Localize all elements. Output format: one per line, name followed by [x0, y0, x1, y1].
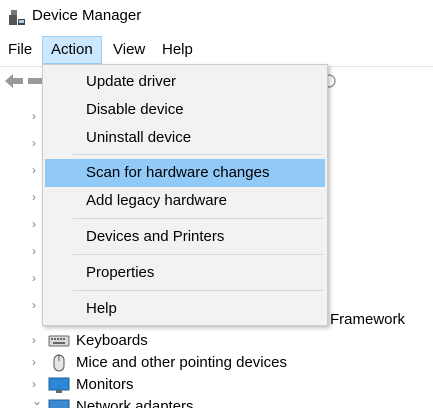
action-menu: Update driver Disable device Uninstall d… — [42, 64, 328, 326]
network-adapter-icon — [48, 399, 70, 408]
chevron-right-icon[interactable]: › — [32, 355, 42, 369]
tree-item-label: Monitors — [76, 376, 134, 393]
menu-item-label: Disable device — [86, 101, 184, 118]
tree-item-keyboards[interactable]: › Keyboards — [0, 330, 433, 352]
tree-item-network-adapters[interactable]: ⌄ Network adapters — [0, 394, 433, 408]
menu-separator — [73, 218, 323, 219]
menu-item-label: Scan for hardware changes — [86, 164, 270, 181]
device-manager-icon — [9, 10, 25, 25]
tree-item-mice[interactable]: › Mice and other pointing devices — [0, 352, 433, 374]
menu-separator — [73, 154, 323, 155]
menu-item-uninstall-device[interactable]: Uninstall device — [45, 124, 325, 152]
menu-item-label: Help — [86, 300, 117, 317]
monitor-icon — [48, 377, 70, 393]
chevron-right-icon[interactable]: › — [32, 109, 36, 123]
menu-action[interactable]: Action — [42, 36, 102, 64]
partial-tree-label: Framework — [330, 311, 406, 328]
menu-file[interactable]: File — [0, 36, 40, 64]
chevron-right-icon[interactable]: › — [32, 136, 36, 150]
chevron-right-icon[interactable]: › — [32, 377, 42, 391]
menu-item-label: Devices and Printers — [86, 228, 225, 245]
menu-item-disable-device[interactable]: Disable device — [45, 96, 325, 124]
menu-item-label: Update driver — [86, 73, 177, 90]
chevron-down-icon[interactable]: ⌄ — [32, 394, 42, 408]
menu-item-label: Add legacy hardware — [86, 192, 227, 209]
chevron-right-icon[interactable]: › — [32, 271, 36, 285]
tree-item-monitors[interactable]: › Monitors — [0, 374, 433, 396]
keyboard-icon — [48, 335, 70, 347]
menu-item-scan-for-hardware-changes[interactable]: Scan for hardware changes — [45, 159, 325, 187]
menu-item-update-driver[interactable]: Update driver — [45, 68, 325, 96]
menu-separator — [73, 290, 323, 291]
window-title: Device Manager — [32, 7, 142, 24]
chevron-right-icon[interactable]: › — [32, 298, 36, 312]
back-arrow-icon[interactable] — [3, 71, 25, 91]
menu-item-add-legacy-hardware[interactable]: Add legacy hardware — [45, 187, 325, 215]
chevron-right-icon[interactable]: › — [32, 333, 42, 347]
menu-bar: File Action View Help — [0, 36, 433, 64]
chevron-right-icon[interactable]: › — [32, 244, 36, 258]
menu-separator — [73, 254, 323, 255]
chevron-right-icon[interactable]: › — [32, 190, 36, 204]
menu-item-devices-and-printers[interactable]: Devices and Printers — [45, 223, 325, 251]
menu-help[interactable]: Help — [154, 36, 201, 64]
menu-item-help[interactable]: Help — [45, 295, 325, 323]
menu-item-label: Properties — [86, 264, 155, 281]
chevron-right-icon[interactable]: › — [32, 217, 36, 231]
tree-item-label: Keyboards — [76, 332, 148, 349]
menu-view[interactable]: View — [105, 36, 153, 64]
menu-item-label: Uninstall device — [86, 129, 192, 146]
tree-item-label: Network adapters — [76, 398, 194, 408]
mouse-icon — [53, 354, 65, 372]
title-bar: Device Manager — [0, 0, 433, 34]
chevron-right-icon[interactable]: › — [32, 163, 36, 177]
tree-item-label: Mice and other pointing devices — [76, 354, 287, 371]
menu-item-properties[interactable]: Properties — [45, 259, 325, 287]
